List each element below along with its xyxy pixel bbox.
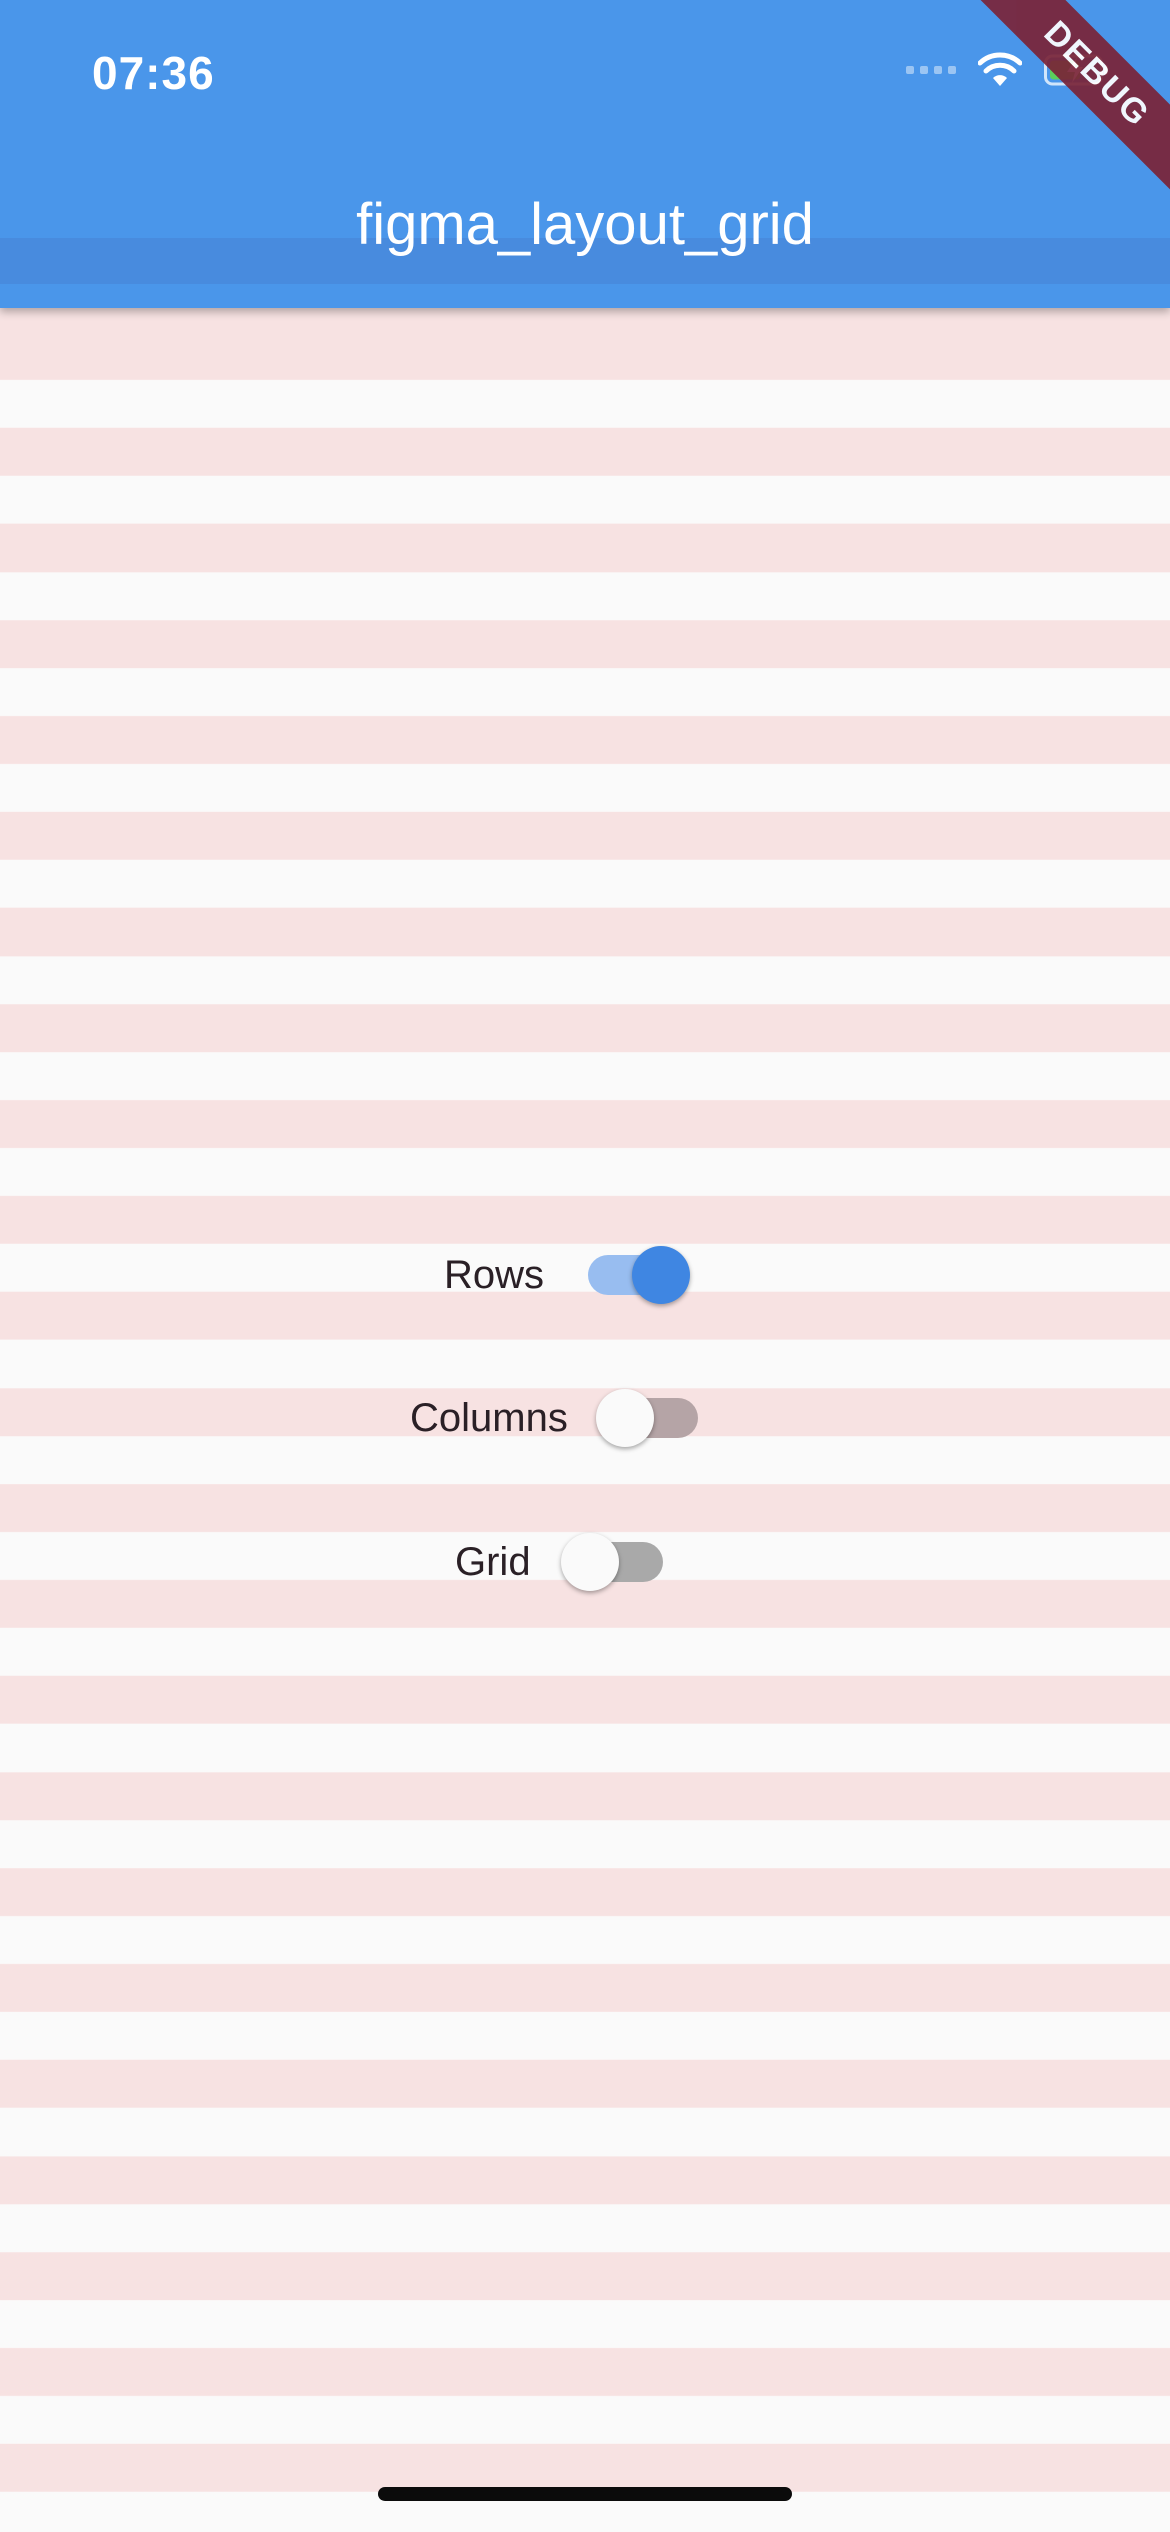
signal-icon <box>906 66 956 74</box>
columns-label: Columns <box>410 1395 568 1440</box>
columns-control: Columns <box>410 1378 704 1458</box>
grid-label: Grid <box>455 1539 531 1584</box>
wifi-icon <box>978 52 1022 86</box>
status-time: 07:36 <box>92 47 215 99</box>
columns-toggle[interactable] <box>595 1386 704 1450</box>
grid-toggle-thumb[interactable] <box>560 1533 619 1591</box>
app-bar: 07:36 figma_layout_grid <box>0 0 1170 308</box>
app-title: figma_layout_grid <box>356 192 814 257</box>
rows-control: Rows <box>444 1235 691 1315</box>
rows-toggle-thumb[interactable] <box>632 1246 691 1304</box>
grid-control: Grid <box>455 1522 669 1602</box>
app-screen: 07:36 figma_layout_grid DEBUG Rows Colum… <box>0 0 1170 2532</box>
rows-toggle[interactable] <box>582 1243 691 1307</box>
grid-toggle[interactable] <box>560 1530 669 1594</box>
columns-toggle-thumb[interactable] <box>595 1389 654 1447</box>
home-indicator[interactable] <box>378 2487 792 2501</box>
rows-label: Rows <box>444 1252 545 1297</box>
